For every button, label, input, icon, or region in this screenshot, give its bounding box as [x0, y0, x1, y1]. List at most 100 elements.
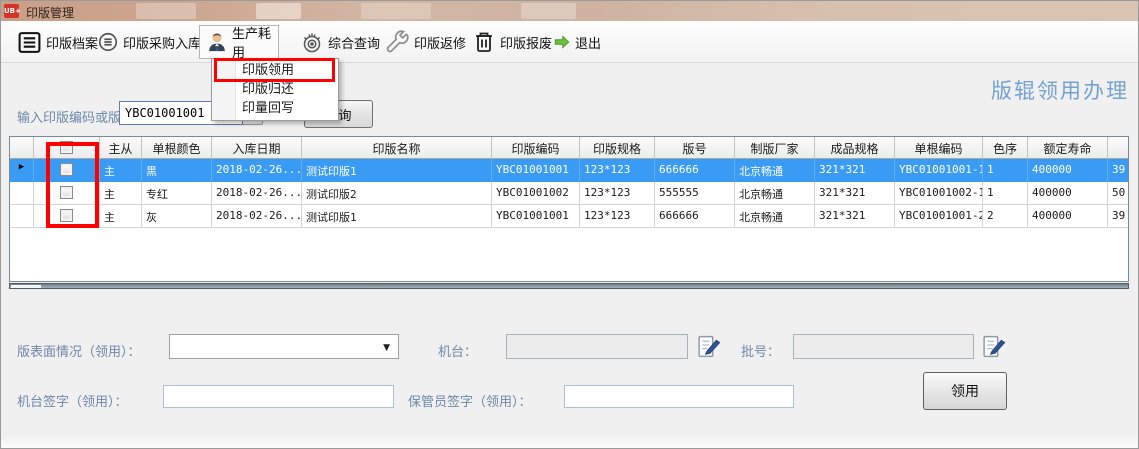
table-cell: 321*321	[815, 205, 895, 228]
table-cell: 2018-02-26...	[212, 159, 302, 182]
row-selector-cell	[10, 182, 34, 205]
machine-field	[506, 334, 688, 359]
title-bar: UB+ 印版管理	[1, 1, 1139, 21]
toolbar-item-label: 印版报废	[500, 33, 552, 52]
menu-item-plate-return[interactable]: 印版归还	[212, 80, 338, 99]
app-window: UB+ 印版管理 印版档案 印版采购入库 生产耗用 综合查询	[0, 0, 1139, 449]
toolbar-item-label: 印版采购入库	[123, 33, 201, 52]
machine-signature-label: 机台签字（领用）：	[17, 391, 128, 410]
row-checkbox-cell	[34, 182, 100, 205]
column-header[interactable]: 单根编码	[895, 137, 983, 159]
column-header[interactable]: 印版名称	[302, 137, 492, 159]
table-cell: 39	[1108, 205, 1129, 228]
background-window-ghost	[256, 3, 301, 19]
column-header[interactable]: 印版编码	[492, 137, 580, 159]
table-header-row: 主从单根颜色入库日期印版名称印版编码印版规格版号制版厂家成品规格单根编码色序额定…	[10, 137, 1128, 159]
batch-label: 批号：	[741, 341, 780, 360]
row-selector-cell	[10, 205, 34, 228]
toolbar-item-plate-purchase-inbound[interactable]: 印版采购入库	[91, 25, 207, 59]
table-cell: 黑	[142, 159, 212, 182]
row-selector-cell: ▶	[10, 159, 34, 182]
table-cell: 1	[983, 182, 1028, 205]
table-cell: 400000	[1028, 205, 1108, 228]
app-logo: UB+	[4, 4, 19, 18]
table-cell: 1	[983, 159, 1028, 182]
table-cell: 北京畅通	[735, 205, 815, 228]
scrollbar-thumb[interactable]	[11, 285, 41, 288]
toolbar: 印版档案 印版采购入库 生产耗用 综合查询 印版返修	[1, 21, 1139, 63]
page-title: 版辊领用办理	[991, 75, 1129, 105]
table-cell: YBC01001001	[492, 205, 580, 228]
machine-label: 机台：	[438, 341, 477, 360]
table-cell: 北京畅通	[735, 182, 815, 205]
window-title: 印版管理	[26, 4, 74, 21]
batch-field	[793, 334, 974, 359]
column-header[interactable]: 印版规格	[580, 137, 655, 159]
toolbar-item-comprehensive-query[interactable]: 综合查询	[294, 25, 386, 59]
row-checkbox[interactable]	[60, 209, 73, 222]
toolbar-item-plate-scrap[interactable]: 印版报废	[466, 25, 558, 59]
submit-button-label: 领用	[951, 381, 979, 401]
edit-pencil-icon[interactable]	[696, 334, 721, 359]
keeper-signature-label: 保管员签字（领用）：	[408, 391, 532, 410]
menu-item-print-count-writeback[interactable]: 印量回写	[212, 99, 338, 118]
column-header[interactable]: 主从	[100, 137, 142, 159]
table-row[interactable]: ▶主黑2018-02-26...测试印版1YBC01001001123*1236…	[10, 159, 1128, 182]
toolbar-item-production-consumption[interactable]: 生产耗用	[199, 25, 279, 59]
person-icon	[206, 31, 228, 53]
chevron-down-icon: ▼	[383, 343, 390, 353]
horizontal-scrollbar[interactable]	[9, 283, 1129, 289]
surface-condition-select[interactable]: ▼	[169, 334, 399, 359]
production-consumption-dropdown: 印版领用 印版归还 印量回写	[211, 58, 339, 121]
table-cell: 39	[1108, 159, 1129, 182]
table-cell: 灰	[142, 205, 212, 228]
edit-pencil-icon[interactable]	[981, 334, 1006, 359]
table-row[interactable]: 主专红2018-02-26...测试印版2YBC01001002123*1235…	[10, 182, 1128, 205]
keeper-signature-input[interactable]	[564, 385, 794, 408]
table-cell: 2018-02-26...	[212, 205, 302, 228]
table-cell: 123*123	[580, 205, 655, 228]
table-cell: 400000	[1028, 159, 1108, 182]
background-window-ghost	[136, 3, 196, 19]
toolbar-item-label: 综合查询	[328, 33, 380, 52]
toolbar-item-exit[interactable]: 退出	[547, 25, 607, 59]
column-header[interactable]: 色序	[983, 137, 1028, 159]
table-row[interactable]: 主灰2018-02-26...测试印版1YBC01001001123*12366…	[10, 205, 1128, 228]
toolbar-item-label: 印版返修	[414, 33, 466, 52]
checkbox-header-cell	[34, 137, 100, 159]
table-cell: 123*123	[580, 182, 655, 205]
table-cell: 专红	[142, 182, 212, 205]
table-cell: 2	[983, 205, 1028, 228]
column-header[interactable]: 额定寿命	[1028, 137, 1108, 159]
column-header[interactable]: 成品规格	[815, 137, 895, 159]
row-checkbox[interactable]	[60, 163, 73, 176]
toolbar-item-label: 退出	[575, 33, 601, 52]
column-header[interactable]: 入库日期	[212, 137, 302, 159]
machine-signature-input[interactable]	[163, 385, 394, 408]
circle-menu-icon	[97, 31, 119, 53]
plate-table: 主从单根颜色入库日期印版名称印版编码印版规格版号制版厂家成品规格单根编码色序额定…	[9, 136, 1129, 282]
column-header[interactable]	[1108, 137, 1129, 159]
table-cell: YBC01001001-1	[895, 159, 983, 182]
surface-condition-label: 版表面情况（领用）：	[17, 341, 141, 360]
table-cell: 555555	[655, 182, 735, 205]
table-cell: 主	[100, 205, 142, 228]
table-cell: YBC01001001	[492, 159, 580, 182]
table-cell: YBC01001001-2	[895, 205, 983, 228]
background-window-ghost	[521, 3, 576, 19]
table-cell: 321*321	[815, 159, 895, 182]
table-cell: 666666	[655, 205, 735, 228]
table-cell: 50	[1108, 182, 1129, 205]
table-cell: 北京畅通	[735, 159, 815, 182]
column-header[interactable]: 制版厂家	[735, 137, 815, 159]
column-header[interactable]: 单根颜色	[142, 137, 212, 159]
select-all-checkbox[interactable]	[60, 141, 73, 154]
table-cell: 主	[100, 182, 142, 205]
table-cell: 2018-02-26...	[212, 182, 302, 205]
menu-item-plate-requisition[interactable]: 印版领用	[212, 61, 338, 80]
window-bottom-edge	[1, 434, 1139, 448]
column-header[interactable]: 版号	[655, 137, 735, 159]
row-checkbox[interactable]	[60, 186, 73, 199]
requisition-submit-button[interactable]: 领用	[923, 372, 1007, 410]
toolbar-item-plate-repair[interactable]: 印版返修	[379, 25, 472, 59]
